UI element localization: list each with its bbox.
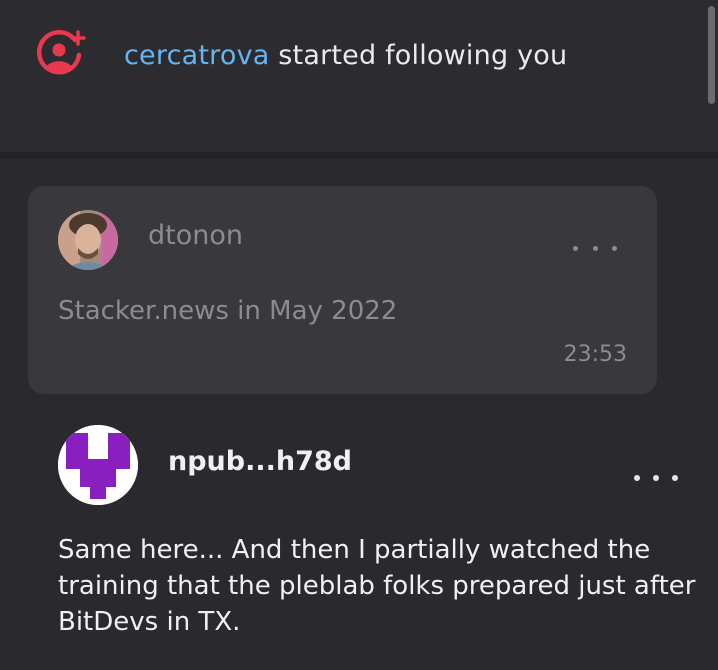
more-horizontal-icon[interactable]: [634, 468, 678, 488]
more-dot: [634, 475, 640, 481]
avatar[interactable]: [58, 425, 138, 505]
quoted-note-time: 23:53: [563, 342, 627, 367]
more-dot: [612, 245, 617, 251]
quoted-note-author[interactable]: dtonon: [148, 220, 243, 251]
add-user-icon: [34, 28, 88, 82]
more-dot: [573, 245, 578, 251]
more-horizontal-icon[interactable]: [573, 238, 617, 258]
follow-notification[interactable]: cercatrova started following you: [0, 0, 718, 152]
note-author[interactable]: npub...h78d: [168, 446, 352, 477]
more-dot: [653, 475, 659, 481]
more-dot: [672, 475, 678, 481]
section-divider: [0, 152, 718, 159]
scrollbar-thumb[interactable]: [708, 6, 715, 104]
quoted-note-card[interactable]: dtonon Stacker.news in May 2022 23:53: [28, 186, 657, 394]
follow-message: cercatrova started following you: [124, 40, 567, 71]
note-content: Same here... And then I partially watche…: [58, 535, 696, 637]
more-dot: [592, 245, 598, 251]
follower-username-link[interactable]: cercatrova: [124, 40, 270, 71]
avatar[interactable]: [58, 210, 118, 270]
follow-action-text: started following you: [269, 40, 568, 71]
quoted-note-content: Stacker.news in May 2022: [58, 296, 398, 326]
notifications-screen: cercatrova started following you dtonon …: [0, 0, 718, 670]
